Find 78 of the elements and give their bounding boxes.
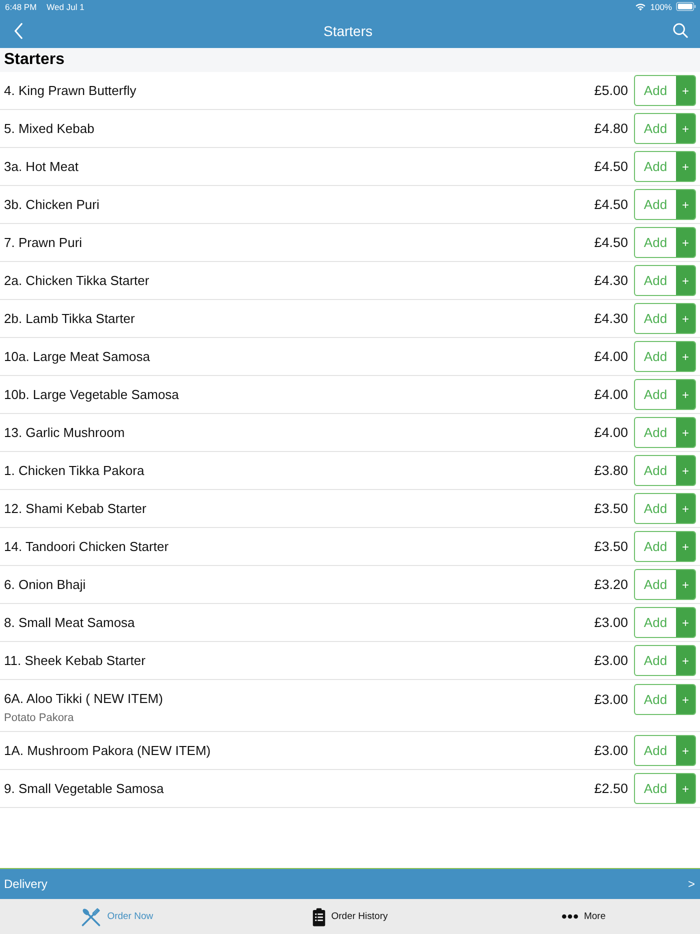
add-button[interactable]: Add +: [634, 189, 696, 220]
item-price: £4.30: [594, 311, 628, 326]
add-button[interactable]: Add +: [634, 303, 696, 334]
add-button[interactable]: Add +: [634, 151, 696, 182]
item-price: £4.30: [594, 273, 628, 288]
item-name: 11. Sheek Kebab Starter: [4, 653, 146, 668]
add-button[interactable]: Add +: [634, 684, 696, 715]
status-time: 6:48 PM: [5, 2, 37, 12]
wifi-icon: [635, 2, 646, 10]
item-price: £3.00: [594, 692, 628, 707]
add-button[interactable]: Add +: [634, 113, 696, 144]
add-button[interactable]: Add +: [634, 417, 696, 448]
add-button[interactable]: Add +: [634, 227, 696, 258]
item-price: £3.50: [594, 501, 628, 516]
item-price: £4.50: [594, 197, 628, 212]
item-name: 10a. Large Meat Samosa: [4, 349, 150, 364]
add-button[interactable]: Add +: [634, 455, 696, 486]
add-button[interactable]: Add +: [634, 341, 696, 372]
delivery-bar[interactable]: Delivery >: [0, 869, 700, 899]
item-name: 2b. Lamb Tikka Starter: [4, 311, 135, 326]
item-name: 10b. Large Vegetable Samosa: [4, 387, 179, 402]
item-name: 2a. Chicken Tikka Starter: [4, 273, 150, 288]
item-price: £4.00: [594, 387, 628, 402]
page-title: Starters: [323, 22, 372, 38]
item-price: £4.50: [594, 235, 628, 250]
item-price: £3.00: [594, 615, 628, 630]
add-button[interactable]: Add +: [634, 493, 696, 524]
item-name: 6A. Aloo Tikki ( NEW ITEM): [4, 691, 163, 706]
tab-item[interactable]: Order Now: [0, 899, 234, 934]
item-price: £4.80: [594, 121, 628, 136]
add-button[interactable]: Add +: [634, 379, 696, 410]
add-button[interactable]: Add +: [634, 645, 696, 676]
delivery-label: Delivery: [4, 877, 48, 891]
item-price: £4.00: [594, 425, 628, 440]
delivery-arrow: >: [688, 877, 695, 891]
clipboard-list-icon: [312, 906, 326, 926]
section-title: Starters: [4, 51, 64, 69]
item-name: 5. Mixed Kebab: [4, 121, 94, 136]
item-price: £3.50: [594, 539, 628, 554]
item-name: 9. Small Vegetable Samosa: [4, 781, 164, 796]
item-name: 3a. Hot Meat: [4, 159, 78, 174]
item-price: £2.50: [594, 781, 628, 796]
add-button[interactable]: Add +: [634, 265, 696, 296]
item-price: £3.00: [594, 653, 628, 668]
item-price: £4.00: [594, 349, 628, 364]
search-button[interactable]: [672, 23, 688, 38]
item-description: Potato Pakora: [4, 712, 75, 724]
item-name: 13. Garlic Mushroom: [4, 425, 125, 440]
item-name: 14. Tandoori Chicken Starter: [4, 539, 169, 554]
item-name: 1A. Mushroom Pakora (NEW ITEM): [4, 743, 211, 758]
item-name: 3b. Chicken Puri: [4, 197, 100, 212]
tab-item[interactable]: More: [466, 899, 700, 934]
add-button[interactable]: Add +: [634, 735, 696, 766]
back-chevron-icon: [14, 22, 23, 38]
item-price: £3.80: [594, 463, 628, 478]
item-name: 8. Small Meat Samosa: [4, 615, 135, 630]
item-price: £3.20: [594, 577, 628, 592]
fork-spoon-icon: [80, 906, 102, 928]
add-button[interactable]: Add +: [634, 607, 696, 638]
item-name: 12. Shami Kebab Starter: [4, 501, 146, 516]
item-name: 7. Prawn Puri: [4, 235, 82, 250]
add-button[interactable]: Add +: [634, 569, 696, 600]
add-button[interactable]: Add +: [634, 531, 696, 562]
item-name: 6. Onion Bhaji: [4, 577, 86, 592]
item-price: £3.00: [594, 743, 628, 758]
add-button[interactable]: Add +: [634, 75, 696, 106]
status-date: Wed Jul 1: [46, 2, 84, 12]
battery-icon: [676, 2, 696, 11]
battery-percent: 100%: [650, 2, 672, 12]
back-button[interactable]: [14, 22, 23, 38]
tab-item[interactable]: Order History: [233, 899, 467, 934]
item-name: 1. Chicken Tikka Pakora: [4, 463, 144, 478]
item-price: £5.00: [594, 83, 628, 98]
add-button[interactable]: Add +: [634, 773, 696, 804]
search-icon: [672, 23, 688, 38]
more-dots-icon: [560, 914, 579, 919]
item-name: 4. King Prawn Butterfly: [4, 83, 136, 98]
item-price: £4.50: [594, 159, 628, 174]
